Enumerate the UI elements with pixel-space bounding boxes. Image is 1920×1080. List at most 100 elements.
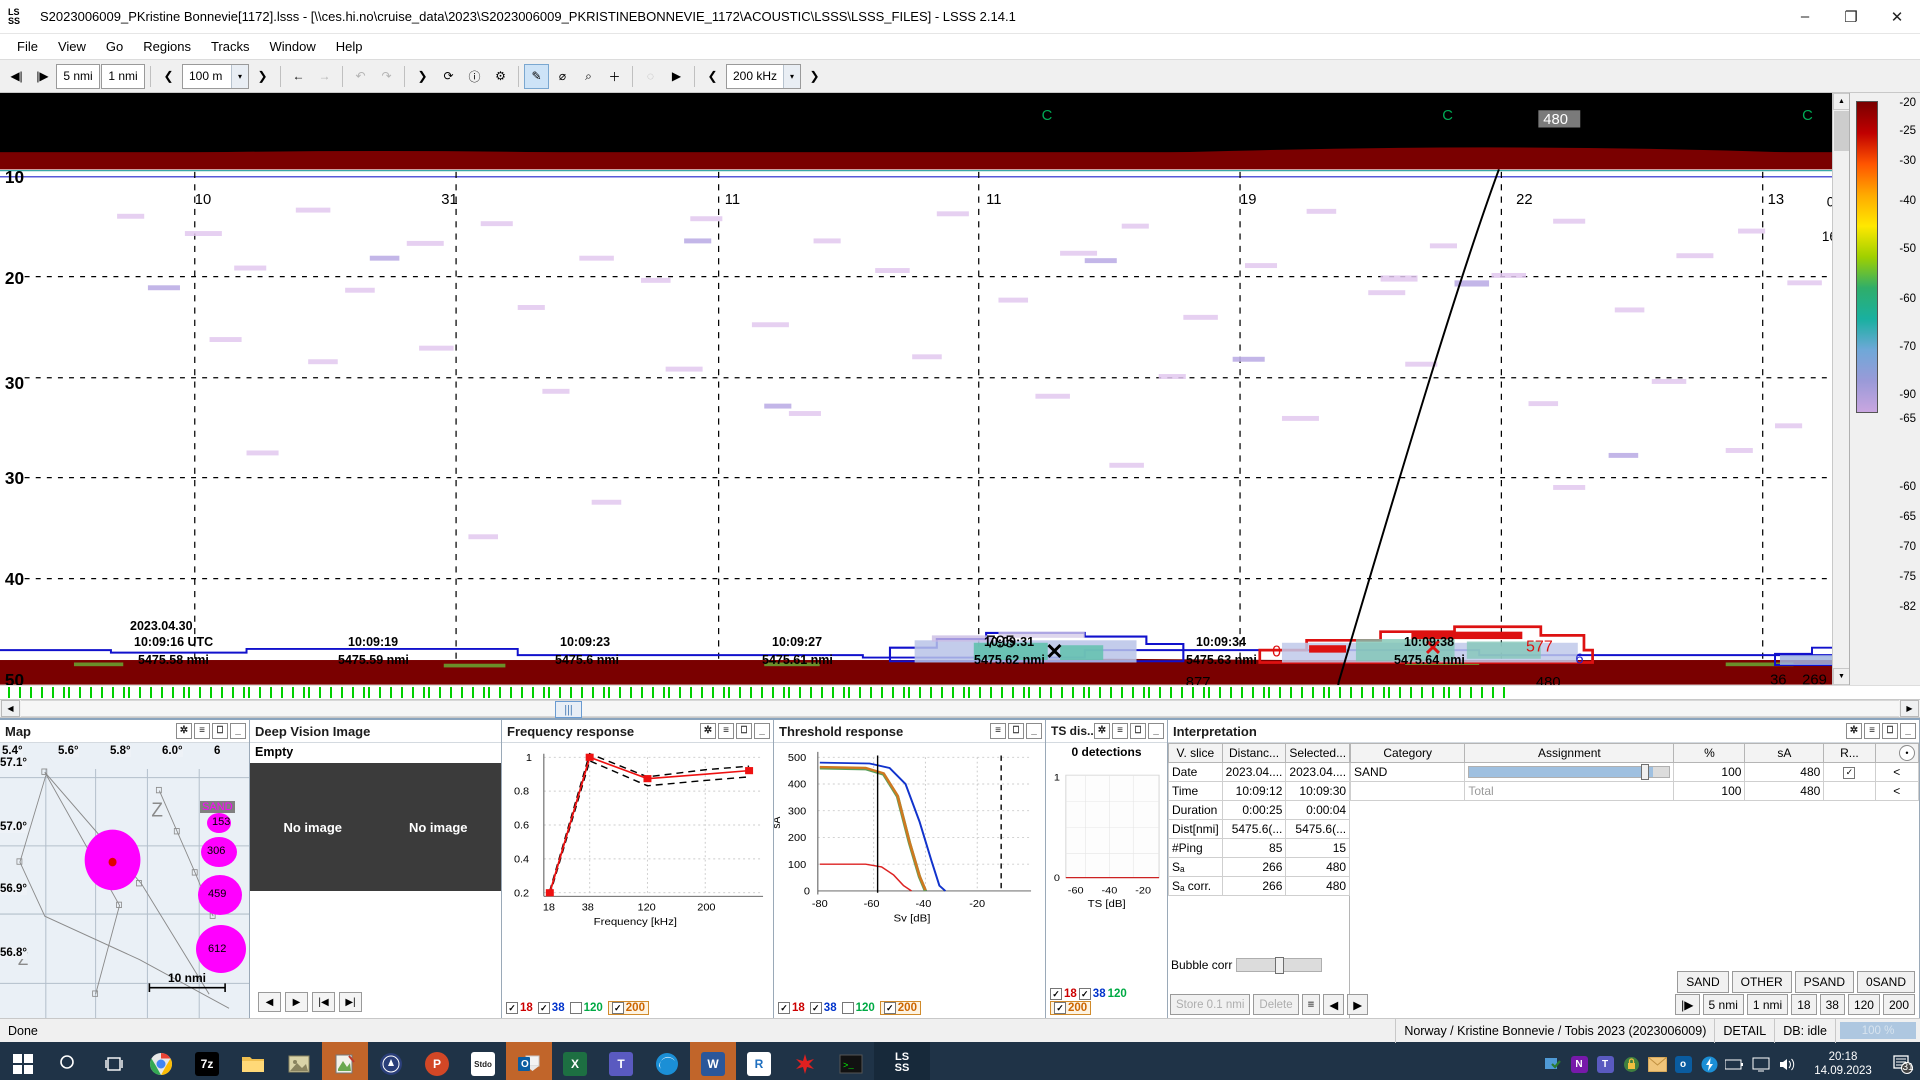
menu-file[interactable]: File bbox=[8, 36, 47, 57]
frequency-response-body[interactable]: 1 0.8 0.6 0.4 0.2 18 38 120 200 Frequenc… bbox=[502, 743, 773, 1018]
interp-dist-major[interactable]: 5 nmi bbox=[1703, 994, 1744, 1015]
menu-regions[interactable]: Regions bbox=[134, 36, 200, 57]
forward-arrow-icon[interactable]: → bbox=[312, 64, 337, 89]
crosshair-icon[interactable]: ＋ bbox=[602, 64, 627, 89]
tray-display-icon[interactable] bbox=[1748, 1042, 1774, 1080]
nav-prev-icon[interactable]: ◀| bbox=[4, 64, 29, 89]
th-check-38[interactable]: ✓ 38 bbox=[810, 1002, 837, 1014]
ts-distribution-chart[interactable]: 1 0 -60 -40 -20 TS [dB] bbox=[1046, 763, 1167, 928]
hscroll-right-icon[interactable]: ▶ bbox=[1900, 700, 1919, 717]
vscroll-thumb[interactable] bbox=[1834, 111, 1849, 151]
category-button-sand[interactable]: SAND bbox=[1677, 971, 1728, 993]
fr-menu-icon[interactable]: ≡ bbox=[718, 723, 734, 739]
echogram-vscrollbar[interactable]: ▲ ▼ bbox=[1832, 93, 1849, 685]
close-button[interactable]: ✕ bbox=[1874, 0, 1920, 34]
scroll-down-icon[interactable]: ▼ bbox=[1833, 668, 1850, 685]
table-row[interactable]: Time 10:09:12 10:09:30 bbox=[1169, 782, 1350, 801]
fr-check-120[interactable]: 120 bbox=[570, 1002, 603, 1014]
th-checkbox-200[interactable]: ✓ bbox=[884, 1002, 896, 1014]
deep-vision-image-area[interactable]: No image No image bbox=[250, 763, 501, 891]
ts-distribution-body[interactable]: 0 detections 1 0 -60 -40 bbox=[1046, 743, 1167, 1018]
taskbar-app-powerpoint[interactable]: P bbox=[414, 1042, 460, 1080]
cat-checkbox-cell-2[interactable] bbox=[1824, 782, 1875, 801]
table-row[interactable]: Dist[nmi] 5475.6(... 5475.6(... bbox=[1169, 820, 1350, 839]
tray-teams-icon[interactable]: T bbox=[1592, 1042, 1618, 1080]
fr-minimize-icon[interactable]: _ bbox=[754, 723, 770, 739]
info-icon[interactable]: ⓘ bbox=[462, 64, 487, 89]
th-check-200[interactable]: ✓ 200 bbox=[880, 1001, 921, 1015]
th-checkbox-120[interactable] bbox=[842, 1002, 854, 1014]
th-menu-icon[interactable]: ≡ bbox=[990, 723, 1006, 739]
depth-prev-icon[interactable]: ❮ bbox=[156, 64, 181, 89]
bubble-corr-slider[interactable] bbox=[1236, 958, 1322, 972]
nav-next-icon[interactable]: |▶ bbox=[30, 64, 55, 89]
cat-checkbox[interactable]: ✓ bbox=[1843, 767, 1855, 779]
distance-major-button[interactable]: 5 nmi bbox=[56, 64, 100, 89]
magnifier-icon[interactable]: ⌕ bbox=[576, 64, 601, 89]
fr-float-icon[interactable]: ⎕ bbox=[736, 723, 752, 739]
assignment-knob[interactable] bbox=[1641, 764, 1649, 780]
taskbar-app-teams[interactable]: T bbox=[598, 1042, 644, 1080]
table-row[interactable]: Date 2023.04.... 2023.04.... bbox=[1169, 763, 1350, 782]
taskbar-clock[interactable]: 20:18 14.09.2023 bbox=[1800, 1050, 1886, 1078]
hscroll-track[interactable]: ||| bbox=[21, 700, 1899, 717]
interp-prev-icon[interactable]: ◀ bbox=[1323, 994, 1344, 1015]
taskbar-app-7zip[interactable]: 7z bbox=[184, 1042, 230, 1080]
tray-lock-icon[interactable] bbox=[1618, 1042, 1644, 1080]
interp-float-icon[interactable]: ⎕ bbox=[1882, 723, 1898, 739]
echogram-hscrollbar[interactable]: ◀ ||| ▶ bbox=[0, 699, 1920, 718]
taskbar-app-terminal[interactable]: >_ bbox=[828, 1042, 874, 1080]
taskbar-app-word[interactable]: W bbox=[690, 1042, 736, 1080]
fr-checkbox-18[interactable]: ✓ bbox=[506, 1002, 518, 1014]
tray-lightning-icon[interactable] bbox=[1696, 1042, 1722, 1080]
cat-checkbox-cell[interactable]: ✓ bbox=[1824, 763, 1875, 782]
frequency-prev-icon[interactable]: ❮ bbox=[700, 64, 725, 89]
taskbar-app-edge[interactable] bbox=[644, 1042, 690, 1080]
cat-col-r[interactable]: R... bbox=[1824, 744, 1875, 763]
category-table-area[interactable]: Category Assignment % sA R... SAND bbox=[1350, 743, 1919, 1018]
cat-col-pct[interactable]: % bbox=[1674, 744, 1745, 763]
cat-col-assignment[interactable]: Assignment bbox=[1465, 744, 1674, 763]
table-row[interactable]: Total 100 480 < bbox=[1351, 782, 1919, 801]
scroll-up-icon[interactable]: ▲ bbox=[1833, 93, 1850, 110]
category-button-other[interactable]: OTHER bbox=[1732, 971, 1792, 993]
pin-icon[interactable]: ✲ bbox=[176, 723, 192, 739]
store-button[interactable]: Store 0.1 nmi bbox=[1170, 994, 1250, 1015]
table-row[interactable]: Sₐ 266 480 bbox=[1169, 858, 1350, 877]
fr-check-200[interactable]: ✓ 200 bbox=[608, 1001, 649, 1015]
dv-prev-icon[interactable]: ◀ bbox=[258, 992, 281, 1012]
interp-pin-icon[interactable]: ✲ bbox=[1846, 723, 1862, 739]
frequency-next-icon[interactable]: ❯ bbox=[802, 64, 827, 89]
hscroll-left-icon[interactable]: ◀ bbox=[1, 700, 20, 717]
echogram-display[interactable]: 795 ✕ 0 577 ✕ 6 bbox=[0, 93, 1850, 685]
menu-window[interactable]: Window bbox=[260, 36, 324, 57]
menu-help[interactable]: Help bbox=[327, 36, 372, 57]
ts-menu-icon[interactable]: ≡ bbox=[1112, 723, 1128, 739]
interp-freq-38[interactable]: 38 bbox=[1820, 994, 1845, 1015]
interp-freq-200[interactable]: 200 bbox=[1883, 994, 1915, 1015]
fr-check-38[interactable]: ✓ 38 bbox=[538, 1002, 565, 1014]
cat-assignment-bar[interactable] bbox=[1465, 763, 1674, 782]
cat-col-category[interactable]: Category bbox=[1351, 744, 1465, 763]
minimize-button[interactable]: – bbox=[1782, 0, 1828, 34]
cat-col-sa[interactable]: sA bbox=[1745, 744, 1824, 763]
vslice-col-1[interactable]: Distanc... bbox=[1222, 744, 1286, 763]
ts-checkbox-200[interactable]: ✓ bbox=[1054, 1002, 1066, 1014]
vertical-slice-table[interactable]: V. slice Distanc... Selected... Date 202… bbox=[1168, 743, 1350, 1018]
dv-last-icon[interactable]: ▶| bbox=[339, 992, 362, 1012]
frequency-chevron-down-icon[interactable]: ▾ bbox=[783, 65, 800, 88]
delete-button[interactable]: Delete bbox=[1253, 994, 1298, 1015]
interp-play-icon[interactable]: |▶ bbox=[1675, 994, 1699, 1015]
table-row[interactable]: SAND 100 480 ✓ bbox=[1351, 763, 1919, 782]
taskbar-app-red[interactable] bbox=[782, 1042, 828, 1080]
ts-float-icon[interactable]: ⎕ bbox=[1130, 723, 1146, 739]
taskbar-app-chrome[interactable] bbox=[138, 1042, 184, 1080]
interpretation-body[interactable]: V. slice Distanc... Selected... Date 202… bbox=[1168, 743, 1919, 1018]
float-icon[interactable]: ⎕ bbox=[212, 723, 228, 739]
interp-dist-minor[interactable]: 1 nmi bbox=[1747, 994, 1788, 1015]
tray-battery-icon[interactable] bbox=[1722, 1042, 1748, 1080]
assignment-slider[interactable] bbox=[1468, 766, 1670, 778]
cat-more[interactable]: < bbox=[1875, 763, 1918, 782]
depth-next-icon[interactable]: ❯ bbox=[250, 64, 275, 89]
refresh-icon[interactable]: ⟳ bbox=[436, 64, 461, 89]
